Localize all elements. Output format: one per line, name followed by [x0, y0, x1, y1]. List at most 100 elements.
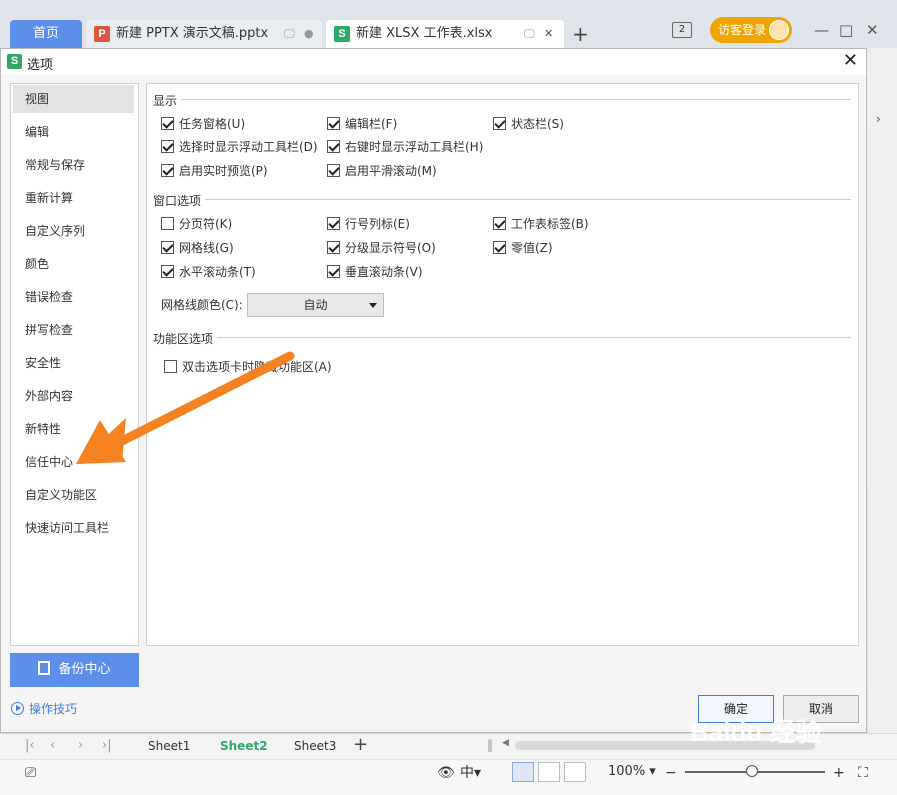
option-smooth-scroll[interactable]: 启用平滑滚动(M) [327, 162, 437, 180]
xlsx-file-icon: S [334, 26, 350, 42]
nav-item-new-features[interactable]: 新特性 [13, 415, 134, 443]
tab-xlsx-label: 新建 XLSX 工作表.xlsx [356, 26, 493, 41]
zoom-out-button[interactable]: − [665, 763, 677, 783]
dialog-close-button[interactable]: ✕ [843, 51, 858, 71]
checkbox-checked[interactable] [327, 217, 340, 230]
zoom-in-button[interactable]: + [833, 763, 845, 783]
option-row-col-headers[interactable]: 行号列标(E) [327, 215, 410, 233]
option-gridlines[interactable]: 网格线(G) [161, 239, 234, 257]
checkbox-checked[interactable] [161, 164, 174, 177]
checkbox-checked[interactable] [493, 241, 506, 254]
nav-item-quick-access-toolbar[interactable]: 快速访问工具栏 [13, 514, 134, 542]
backup-center-button[interactable]: 备份中心 [10, 653, 139, 687]
nav-item-external-content[interactable]: 外部内容 [13, 382, 134, 410]
option-formula-bar[interactable]: 编辑栏(F) [327, 115, 397, 133]
section-divider [181, 99, 851, 100]
last-sheet-icon[interactable]: ›| [102, 737, 112, 755]
prev-sheet-icon[interactable]: ‹ [50, 737, 55, 755]
eye-protection-icon[interactable]: 👁 [437, 763, 455, 783]
nav-item-general-save[interactable]: 常规与保存 [13, 151, 134, 179]
options-content-panel: 显示 任务窗格(U) 编辑栏(F) 状态栏(S) 选择时显示浮动工具栏(D) 右… [146, 83, 859, 646]
option-zero-values[interactable]: 零值(Z) [493, 239, 553, 257]
close-tab-icon[interactable]: ✕ [544, 20, 553, 48]
nav-item-recalculate[interactable]: 重新计算 [13, 184, 134, 212]
checkbox-unchecked[interactable] [161, 217, 174, 230]
nav-item-spell-check[interactable]: 拼写检查 [13, 316, 134, 344]
section-divider [217, 337, 851, 338]
checkbox-checked[interactable] [327, 265, 340, 278]
nav-item-view[interactable]: 视图 [13, 85, 134, 113]
login-label: 访客登录 [718, 23, 767, 37]
home-tab[interactable]: 首页 [10, 20, 82, 48]
avatar-icon [769, 20, 789, 40]
checkbox-checked[interactable] [327, 117, 340, 130]
nav-item-color[interactable]: 颜色 [13, 250, 134, 278]
option-vertical-scrollbar[interactable]: 垂直滚动条(V) [327, 263, 423, 281]
option-sheet-tabs[interactable]: 工作表标签(B) [493, 215, 589, 233]
pptx-file-icon: P [94, 26, 110, 42]
window-count-icon[interactable]: 2 [672, 22, 692, 38]
checkbox-checked[interactable] [493, 117, 506, 130]
nav-item-security[interactable]: 安全性 [13, 349, 134, 377]
checkbox-checked[interactable] [161, 265, 174, 278]
option-float-toolbar-on-select[interactable]: 选择时显示浮动工具栏(D) [161, 138, 318, 156]
checkbox-checked[interactable] [161, 117, 174, 130]
dialog-title-bar: S 选项 ✕ [1, 49, 866, 75]
first-sheet-icon[interactable]: |‹ [25, 737, 35, 755]
add-sheet-button[interactable]: + [353, 734, 368, 755]
nav-item-custom-lists[interactable]: 自定义序列 [13, 217, 134, 245]
maximize-button[interactable]: □ [839, 18, 853, 42]
visitor-login-button[interactable]: 访客登录 [710, 17, 792, 43]
gridline-color-select[interactable]: 自动 [247, 293, 384, 317]
vertical-scroll-strip[interactable] [868, 48, 897, 733]
operation-tips-link[interactable]: 操作技巧 [11, 701, 77, 717]
close-window-button[interactable]: ✕ [866, 18, 879, 42]
option-live-preview[interactable]: 启用实时预览(P) [161, 162, 268, 180]
nav-item-edit[interactable]: 编辑 [13, 118, 134, 146]
monitor-icon[interactable]: 🖵 [524, 20, 535, 48]
sheet-tab-2[interactable]: Sheet2 [220, 737, 268, 755]
zoom-slider-handle[interactable] [746, 765, 758, 777]
checkbox-checked[interactable] [161, 140, 174, 153]
fullscreen-icon[interactable]: ⛶ [858, 763, 868, 783]
option-horizontal-scrollbar[interactable]: 水平滚动条(T) [161, 263, 256, 281]
next-sheet-icon[interactable]: › [78, 737, 83, 755]
tips-label: 操作技巧 [29, 702, 78, 716]
monitor-icon[interactable]: 🖵 [284, 20, 295, 48]
normal-view-button[interactable] [512, 762, 534, 782]
option-status-bar[interactable]: 状态栏(S) [493, 115, 564, 133]
gridline-color-label: 网格线颜色(C): [161, 298, 243, 312]
title-tab-bar: 首页 P 新建 PPTX 演示文稿.pptx 🖵 ● S 新建 XLSX 工作表… [0, 0, 897, 48]
minimize-button[interactable]: — [814, 18, 829, 42]
chevron-right-icon[interactable]: › [876, 112, 881, 126]
checkbox-unchecked[interactable] [164, 360, 177, 373]
nav-item-trust-center[interactable]: 信任中心 [13, 448, 134, 476]
macro-record-icon[interactable]: ⎚ [25, 763, 36, 783]
checkbox-checked[interactable] [327, 140, 340, 153]
tab-xlsx-document[interactable]: S 新建 XLSX 工作表.xlsx 🖵 ✕ [326, 20, 564, 48]
dropdown-caret-icon [369, 303, 377, 308]
page-layout-view-button[interactable] [538, 762, 560, 782]
option-page-breaks[interactable]: 分页符(K) [161, 215, 232, 233]
sheet-tab-1[interactable]: Sheet1 [148, 737, 190, 755]
dialog-title: 选项 [27, 58, 54, 73]
checkbox-checked[interactable] [493, 217, 506, 230]
option-task-pane[interactable]: 任务窗格(U) [161, 115, 245, 133]
input-method-icon[interactable]: 中▾ [460, 763, 481, 783]
nav-item-customize-ribbon[interactable]: 自定义功能区 [13, 481, 134, 509]
tab-pptx-document[interactable]: P 新建 PPTX 演示文稿.pptx 🖵 ● [86, 20, 322, 48]
checkbox-checked[interactable] [327, 164, 340, 177]
zoom-level[interactable]: 100% ▾ [608, 763, 656, 781]
scroll-split-handle[interactable]: ‖ [487, 738, 493, 752]
option-float-toolbar-on-rightclick[interactable]: 右键时显示浮动工具栏(H) [327, 138, 483, 156]
nav-item-error-check[interactable]: 错误检查 [13, 283, 134, 311]
options-nav: 视图 编辑 常规与保存 重新计算 自定义序列 颜色 错误检查 拼写检查 安全性 … [10, 83, 139, 646]
sheet-tab-3[interactable]: Sheet3 [294, 737, 336, 755]
option-hide-ribbon-on-doubleclick[interactable]: 双击选项卡时隐藏功能区(A) [164, 358, 332, 376]
page-break-view-button[interactable] [564, 762, 586, 782]
checkbox-checked[interactable] [327, 241, 340, 254]
add-tab-button[interactable]: + [572, 22, 589, 46]
scroll-left-icon[interactable]: ◀ [502, 738, 509, 748]
checkbox-checked[interactable] [161, 241, 174, 254]
option-outline-symbols[interactable]: 分级显示符号(O) [327, 239, 436, 257]
